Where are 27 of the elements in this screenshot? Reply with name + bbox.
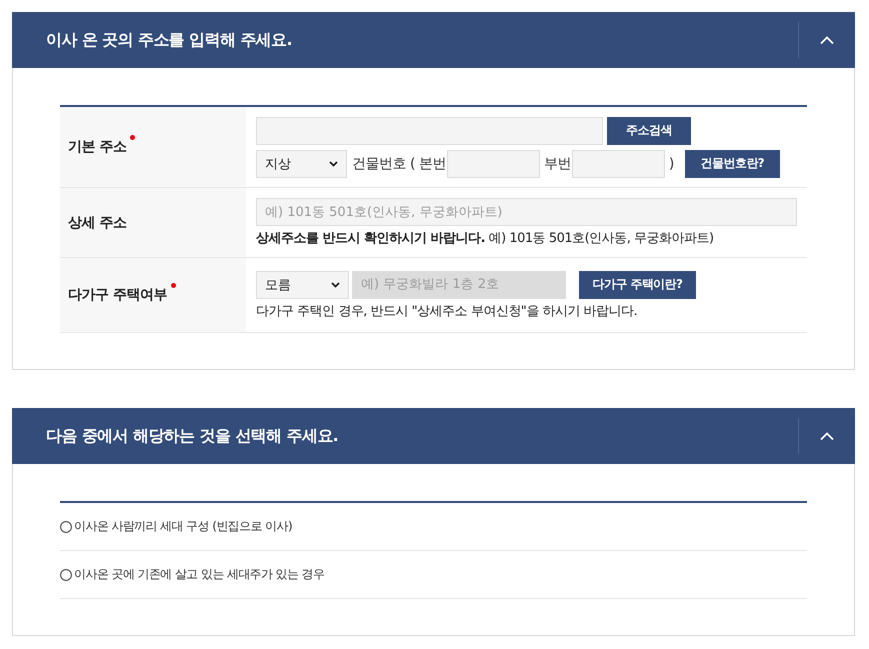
action-button[interactable]: 주소검색 [607,116,691,144]
text-field[interactable] [446,150,540,178]
caret-icon [329,160,338,166]
field-label: 다가구 주택여부 [68,286,167,304]
select-dropdown[interactable]: 지상 [256,150,347,178]
option-label[interactable]: 이사온 곳에 기존에 살고 있는 세대주가 있는 경우 [74,566,325,583]
field-label: 상세 주소 [68,214,126,232]
chevron-up-icon [820,432,834,440]
option-label[interactable]: 이사온 사람끼리 세대 구성 (빈집으로 이사) [74,518,292,535]
text-field[interactable] [572,150,665,178]
action-button[interactable]: 다가구 주택이란? [579,270,696,298]
radio-button[interactable] [60,568,72,580]
section-title: 다음 중에서 해당하는 것을 선택해 주세요. [45,426,340,446]
field-label: 기본 주소 [68,138,126,156]
text-field[interactable]: 예) 101동 501호(인사동, 무궁화아파트) [256,198,797,226]
inline-label: ) [668,156,674,172]
chevron-up-icon [820,36,834,44]
caret-icon [331,282,340,288]
help-text: 상세주소를 반드시 확인하시기 바랍니다. 예) 101동 501호(인사동, 무궁화아파트) [256,230,715,247]
section-title: 이사 온 곳의 주소를 입력해 주세요. [45,30,293,50]
inline-label: 건물번호 ( 본번 [352,154,446,172]
radio-button[interactable] [60,520,72,532]
help-text: 다가구 주택인 경우, 반드시 "상세주소 부여신청"을 하시기 바랍니다. [256,302,638,320]
inline-label: 부번 [544,154,571,172]
text-field[interactable] [256,116,603,144]
select-dropdown[interactable]: 모름 [256,270,349,298]
action-button[interactable]: 건물번호란? [684,150,780,178]
